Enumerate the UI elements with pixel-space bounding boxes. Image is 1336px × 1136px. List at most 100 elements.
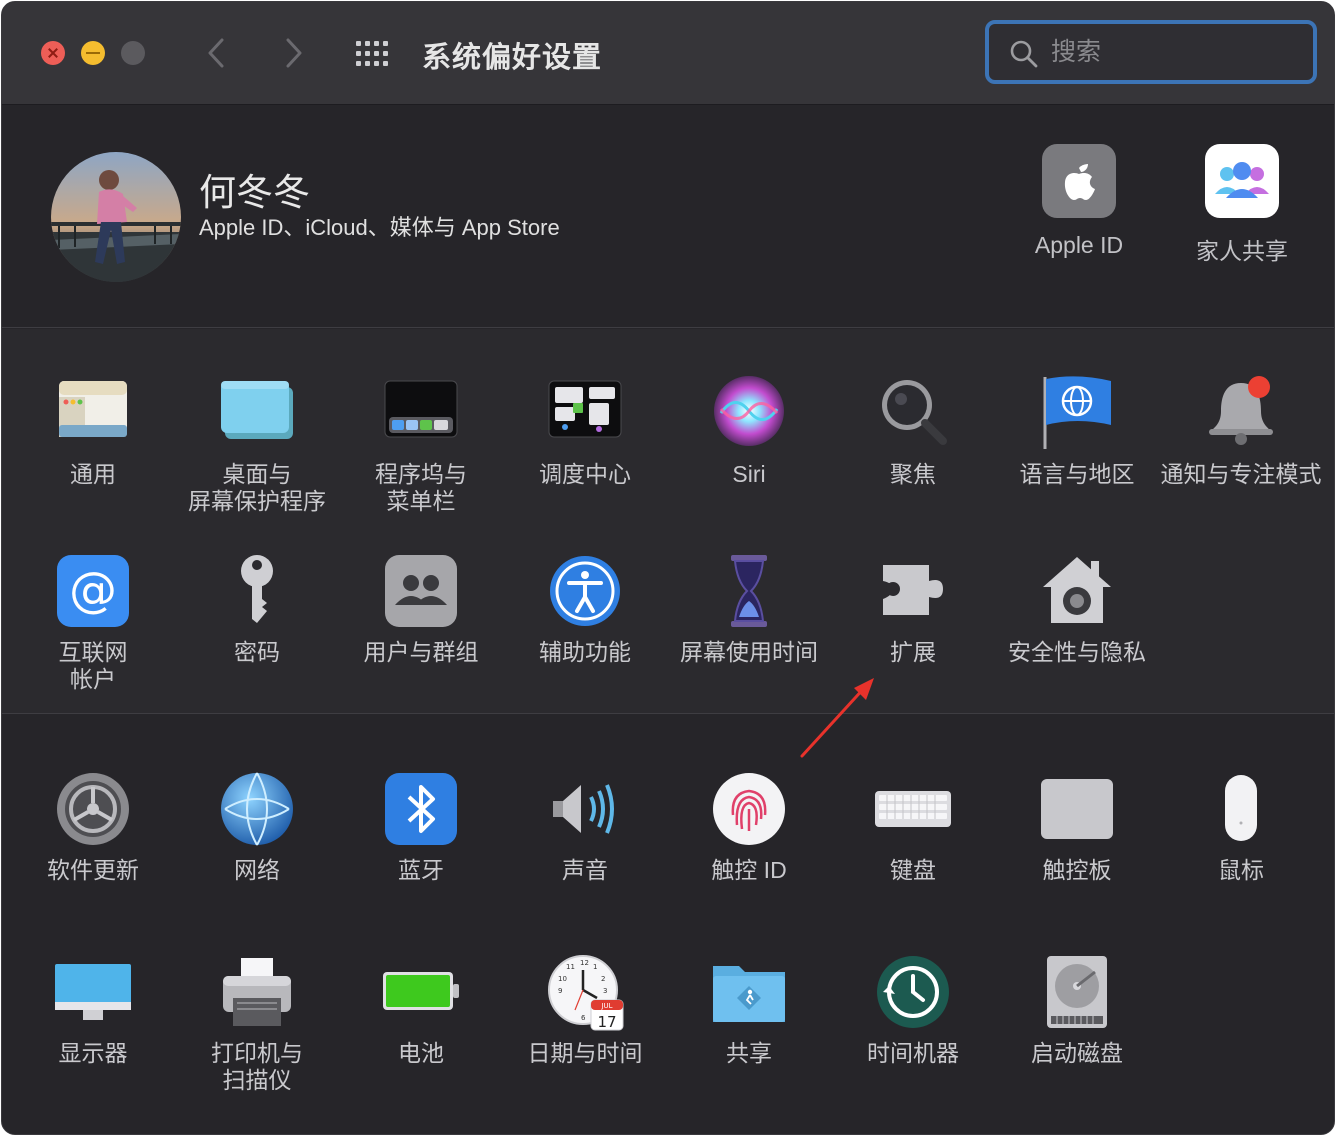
close-button[interactable] [41, 41, 65, 65]
zoom-button[interactable] [121, 41, 145, 65]
screen-time-icon [731, 555, 767, 627]
passwords-label: 密码 [234, 639, 280, 665]
svg-text:6: 6 [581, 1014, 586, 1022]
bluetooth-pane[interactable]: 蓝牙 [339, 769, 503, 884]
sharing-label: 共享 [726, 1040, 772, 1066]
security-privacy-pane[interactable]: 安全性与隐私 [995, 551, 1159, 666]
apple-id-icon [1042, 144, 1116, 218]
hardware-prefs-section: 软件更新 网络 蓝牙 声音 触控 ID 键盘 触控板 鼠标 显示器 打印机与 扫… [2, 715, 1334, 1134]
desktop-screensaver-label: 桌面与 屏幕保护程序 [188, 461, 326, 514]
mission-control-pane[interactable]: 调度中心 [503, 373, 667, 488]
mission-control-label: 调度中心 [539, 461, 631, 487]
siri-pane[interactable]: Siri [667, 373, 831, 488]
date-time-label: 日期与时间 [527, 1040, 643, 1066]
keyboard-icon [875, 791, 951, 827]
back-button[interactable] [202, 35, 232, 71]
window-title: 系统偏好设置 [422, 42, 603, 74]
security-privacy-label: 安全性与隐私 [1008, 639, 1146, 665]
forward-button[interactable] [278, 35, 308, 71]
software-update-icon [57, 773, 129, 845]
language-region-pane[interactable]: 语言与地区 [995, 373, 1159, 488]
profile-section: 何冬冬 Apple ID、iCloud、媒体与 App Store Apple … [2, 106, 1334, 328]
search-field[interactable] [985, 20, 1317, 84]
trackpad-pane[interactable]: 触控板 [995, 769, 1159, 884]
software-update-label: 软件更新 [47, 857, 139, 883]
user-subtitle: Apple ID、iCloud、媒体与 App Store [199, 215, 560, 240]
displays-label: 显示器 [58, 1040, 128, 1066]
printers-scanners-label: 打印机与 扫描仪 [211, 1040, 303, 1093]
siri-label: Siri [732, 461, 766, 487]
general-icon [59, 381, 127, 437]
extensions-pane[interactable]: 扩展 [831, 551, 995, 666]
users-groups-pane[interactable]: 用户与群组 [339, 551, 503, 666]
internet-accounts-icon: @ [57, 555, 129, 627]
users-groups-label: 用户与群组 [363, 639, 479, 665]
show-all-button[interactable] [354, 39, 394, 69]
siri-icon [714, 376, 784, 446]
network-pane[interactable]: 网络 [175, 769, 339, 884]
svg-text:9: 9 [558, 987, 562, 995]
screen-time-pane[interactable]: 屏幕使用时间 [667, 551, 831, 666]
desktop-screensaver-pane[interactable]: 桌面与 屏幕保护程序 [175, 373, 339, 515]
personal-prefs-section: 通用 桌面与 屏幕保护程序 程序坞与 菜单栏 调度中心 Siri 聚焦 语言与地… [2, 329, 1334, 714]
language-region-label: 语言与地区 [1019, 461, 1135, 487]
accessibility-pane[interactable]: 辅助功能 [503, 551, 667, 666]
network-icon [221, 772, 293, 846]
keyboard-label: 键盘 [890, 857, 936, 883]
startup-disk-pane[interactable]: 启动磁盘 [995, 952, 1159, 1067]
bluetooth-icon [385, 773, 457, 845]
svg-text:12: 12 [580, 959, 589, 967]
family-sharing-icon [1205, 144, 1279, 218]
software-update-pane[interactable]: 软件更新 [11, 769, 175, 884]
sound-label: 声音 [562, 857, 608, 883]
sound-icon [553, 784, 614, 834]
spotlight-pane[interactable]: 聚焦 [831, 373, 995, 488]
date-time-pane[interactable]: 12 3 6 9 1 2 11 10 JUL 17 日期与时间 [503, 952, 667, 1067]
title-bar: 系统偏好设置 [2, 2, 1334, 105]
printers-scanners-pane[interactable]: 打印机与 扫描仪 [175, 952, 339, 1094]
internet-accounts-label: 互联网 帐户 [58, 639, 128, 692]
general-pane[interactable]: 通用 [11, 373, 175, 488]
time-machine-label: 时间机器 [867, 1040, 959, 1066]
notifications-pane[interactable]: 通知与专注模式 [1159, 373, 1323, 488]
avatar-photo [51, 152, 181, 282]
time-machine-pane[interactable]: 时间机器 [831, 952, 995, 1067]
dock-menubar-icon [384, 380, 458, 438]
spotlight-label: 聚焦 [890, 461, 936, 487]
svg-text:3: 3 [603, 987, 607, 995]
keyboard-pane[interactable]: 键盘 [831, 769, 995, 884]
security-privacy-icon [1043, 557, 1111, 623]
extensions-label: 扩展 [890, 639, 936, 665]
mouse-label: 鼠标 [1218, 857, 1264, 883]
sound-pane[interactable]: 声音 [503, 769, 667, 884]
notifications-icon [1209, 376, 1273, 445]
svg-text:1: 1 [593, 963, 597, 971]
spotlight-icon [882, 380, 947, 445]
passwords-pane[interactable]: 密码 [175, 551, 339, 666]
search-input[interactable] [1051, 32, 1291, 72]
grid-icon [356, 41, 388, 66]
family-sharing-pane[interactable]: 家人共享 [1167, 144, 1317, 266]
mouse-icon [1225, 775, 1257, 841]
battery-pane[interactable]: 电池 [339, 952, 503, 1067]
touch-id-pane[interactable]: 触控 ID [667, 769, 831, 884]
users-groups-icon [385, 555, 457, 627]
touch-id-icon [713, 773, 785, 845]
internet-accounts-pane[interactable]: @ 互联网 帐户 [11, 551, 175, 693]
general-label: 通用 [70, 461, 116, 487]
startup-disk-icon [1047, 956, 1107, 1028]
svg-text:10: 10 [558, 975, 567, 983]
passwords-icon [241, 555, 273, 623]
svg-text:2: 2 [601, 975, 605, 983]
system-preferences-window: 系统偏好设置 搜索 何冬冬 Apple ID、iCloud、媒体与 App St… [1, 1, 1335, 1135]
dock-menubar-pane[interactable]: 程序坞与 菜单栏 [339, 373, 503, 515]
displays-icon [55, 964, 131, 1020]
sharing-pane[interactable]: 共享 [667, 952, 831, 1067]
avatar[interactable] [51, 152, 181, 282]
apple-id-pane[interactable]: Apple ID [1004, 144, 1154, 259]
mouse-pane[interactable]: 鼠标 [1159, 769, 1323, 884]
svg-text:11: 11 [566, 963, 575, 971]
minimize-button[interactable] [81, 41, 105, 65]
search-icon [1010, 40, 1038, 68]
displays-pane[interactable]: 显示器 [11, 952, 175, 1067]
